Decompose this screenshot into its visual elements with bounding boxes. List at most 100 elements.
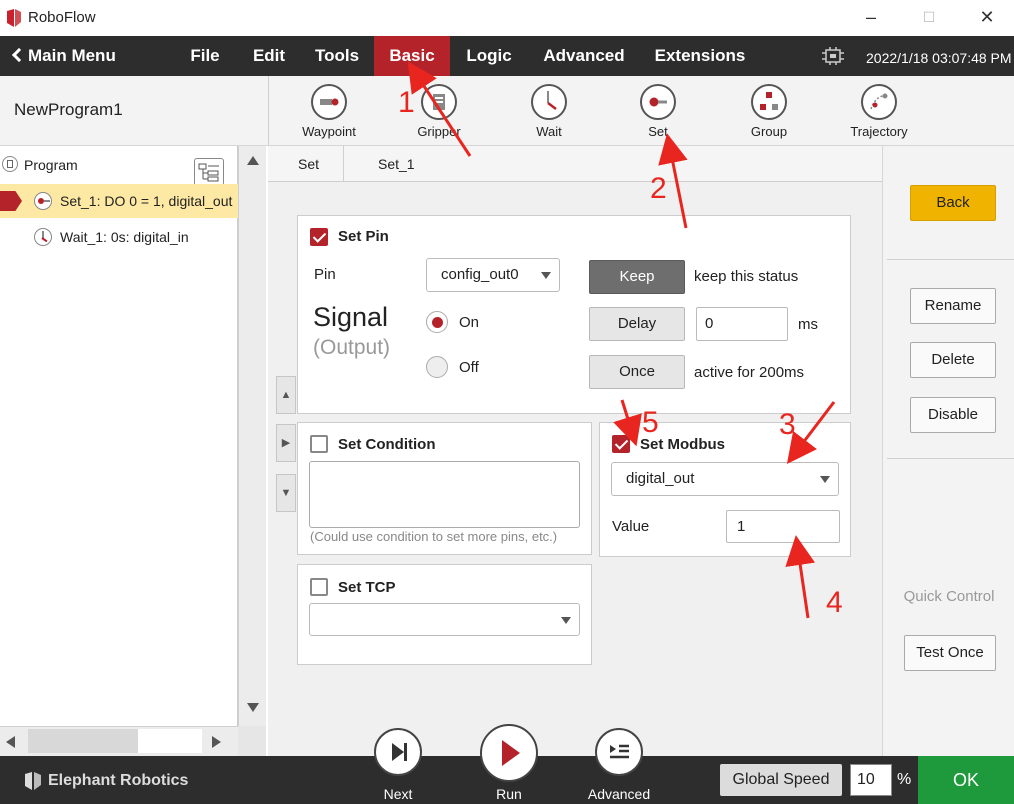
signal-off-radio[interactable] <box>426 356 448 378</box>
move-into-button[interactable]: ▶ <box>276 424 296 462</box>
tool-label: Waypoint <box>302 124 356 139</box>
menu-tools[interactable]: Tools <box>306 36 368 76</box>
minimize-button[interactable]: – <box>856 4 886 30</box>
set-icon <box>34 192 52 210</box>
menu-bar: Main Menu File Edit Tools Basic Logic Ad… <box>0 36 1014 76</box>
percent-label: % <box>897 771 912 788</box>
next-button[interactable] <box>374 728 422 776</box>
menu-file[interactable]: File <box>180 36 230 76</box>
tree-vertical-scrollbar[interactable] <box>238 146 266 726</box>
modbus-value-input[interactable]: 1 <box>726 510 840 543</box>
scroll-down-arrow-icon[interactable] <box>247 703 259 712</box>
keep-button[interactable]: Keep <box>589 260 685 294</box>
test-once-button[interactable]: Test Once <box>904 635 996 671</box>
run-button[interactable] <box>480 724 538 782</box>
set-modbus-panel: Set Modbus digital_out Value 1 <box>599 422 851 557</box>
scroll-thumb[interactable] <box>28 729 138 753</box>
global-speed-input[interactable]: 10 <box>850 764 892 796</box>
tree-item-label: Set_1: DO 0 = 1, digital_out <box>60 193 233 209</box>
modbus-register-select[interactable]: digital_out <box>611 462 839 496</box>
tool-wait[interactable]: Wait <box>509 84 589 146</box>
disable-button[interactable]: Disable <box>910 397 996 433</box>
close-button[interactable]: ✕ <box>972 4 1002 30</box>
signal-on-radio[interactable] <box>426 311 448 333</box>
menu-edit[interactable]: Edit <box>244 36 294 76</box>
set-tcp-checkbox[interactable] <box>310 578 328 596</box>
set-condition-title: Set Condition <box>338 436 436 453</box>
tcp-select[interactable] <box>309 603 580 636</box>
pin-select[interactable]: config_out0 <box>426 258 560 292</box>
menu-basic[interactable]: Basic <box>374 36 450 76</box>
delay-input[interactable]: 0 <box>696 307 788 341</box>
set-condition-checkbox[interactable] <box>310 435 328 453</box>
tree-root-label: Program <box>24 157 78 173</box>
scroll-right-arrow-icon[interactable] <box>212 736 221 748</box>
toolbar: NewProgram1 Waypoint Gripper Wait Set Gr… <box>0 76 1014 146</box>
annotation-4: 4 <box>826 586 843 619</box>
quick-control-label: Quick Control <box>903 588 995 605</box>
modbus-register-value: digital_out <box>626 470 695 487</box>
brand-name: Elephant Robotics <box>48 772 189 789</box>
tool-group[interactable]: Group <box>729 84 809 146</box>
tab-set[interactable]: Set <box>274 146 345 182</box>
tree-item-label: Wait_1: 0s: digital_in <box>60 229 189 245</box>
tab-set-1[interactable]: Set_1 <box>354 146 439 182</box>
list-play-icon <box>610 744 629 759</box>
set-condition-panel: Set Condition (Could use condition to se… <box>297 422 592 555</box>
chevron-down-icon <box>561 616 571 624</box>
tool-trajectory[interactable]: Trajectory <box>839 84 919 146</box>
tool-label: Gripper <box>417 124 461 139</box>
wait-icon <box>34 228 52 246</box>
window-title: RoboFlow <box>28 9 96 26</box>
set-tcp-title: Set TCP <box>338 579 396 596</box>
annotation-1: 1 <box>398 86 415 119</box>
signal-on-label: On <box>459 314 480 331</box>
run-label: Run <box>496 786 522 802</box>
set-pin-panel: Set Pin Pin config_out0 Signal (Output) … <box>297 215 851 414</box>
set-modbus-checkbox[interactable] <box>612 435 630 453</box>
set-pin-title: Set Pin <box>338 228 389 245</box>
gripper-icon <box>421 84 457 120</box>
tree-item-wait-1[interactable]: Wait_1: 0s: digital_in <box>0 220 238 254</box>
tool-waypoint[interactable]: Waypoint <box>289 84 369 146</box>
menu-extensions[interactable]: Extensions <box>646 36 754 76</box>
tree-view-toggle-icon[interactable] <box>194 158 224 186</box>
menu-advanced[interactable]: Advanced <box>534 36 634 76</box>
move-down-button[interactable]: ▼ <box>276 474 296 512</box>
rename-button[interactable]: Rename <box>910 288 996 324</box>
menu-logic[interactable]: Logic <box>458 36 520 76</box>
move-up-button[interactable]: ▲ <box>276 376 296 414</box>
scroll-up-arrow-icon[interactable] <box>247 156 259 165</box>
keep-description: keep this status <box>694 268 799 285</box>
tool-set[interactable]: Set <box>618 84 698 146</box>
next-label: Next <box>383 786 413 802</box>
delay-button[interactable]: Delay <box>589 307 685 341</box>
main-menu-button[interactable]: Main Menu <box>11 36 134 76</box>
chip-icon <box>820 46 846 66</box>
advanced-run-button[interactable] <box>595 728 643 776</box>
tree-horizontal-scrollbar[interactable] <box>0 726 238 756</box>
scroll-left-arrow-icon[interactable] <box>6 736 15 748</box>
annotation-2: 2 <box>650 172 667 205</box>
wait-icon <box>531 84 567 120</box>
maximize-button[interactable]: ☐ <box>914 4 944 30</box>
condition-textarea[interactable] <box>309 461 580 528</box>
arrow-down-icon: ▼ <box>280 487 292 499</box>
delete-button[interactable]: Delete <box>910 342 996 378</box>
step-next-icon <box>392 743 407 761</box>
global-speed-button[interactable]: Global Speed <box>720 764 842 796</box>
back-button[interactable]: Back <box>910 185 996 221</box>
current-line-marker-icon <box>0 191 22 211</box>
ok-button[interactable]: OK <box>918 756 1014 804</box>
signal-sub-label: (Output) <box>313 336 391 359</box>
tree-item-set-1[interactable]: Set_1: DO 0 = 1, digital_out <box>0 184 238 218</box>
once-button[interactable]: Once <box>589 355 685 389</box>
set-pin-checkbox[interactable] <box>310 228 328 246</box>
set-icon <box>640 84 676 120</box>
advanced-label: Advanced <box>587 786 651 802</box>
breadcrumb-tabs: Set Set_1 <box>268 146 882 182</box>
annotation-5: 5 <box>642 406 659 439</box>
signal-off-label: Off <box>459 359 479 376</box>
toolbar-divider <box>268 76 269 146</box>
chevron-left-icon <box>11 47 27 63</box>
